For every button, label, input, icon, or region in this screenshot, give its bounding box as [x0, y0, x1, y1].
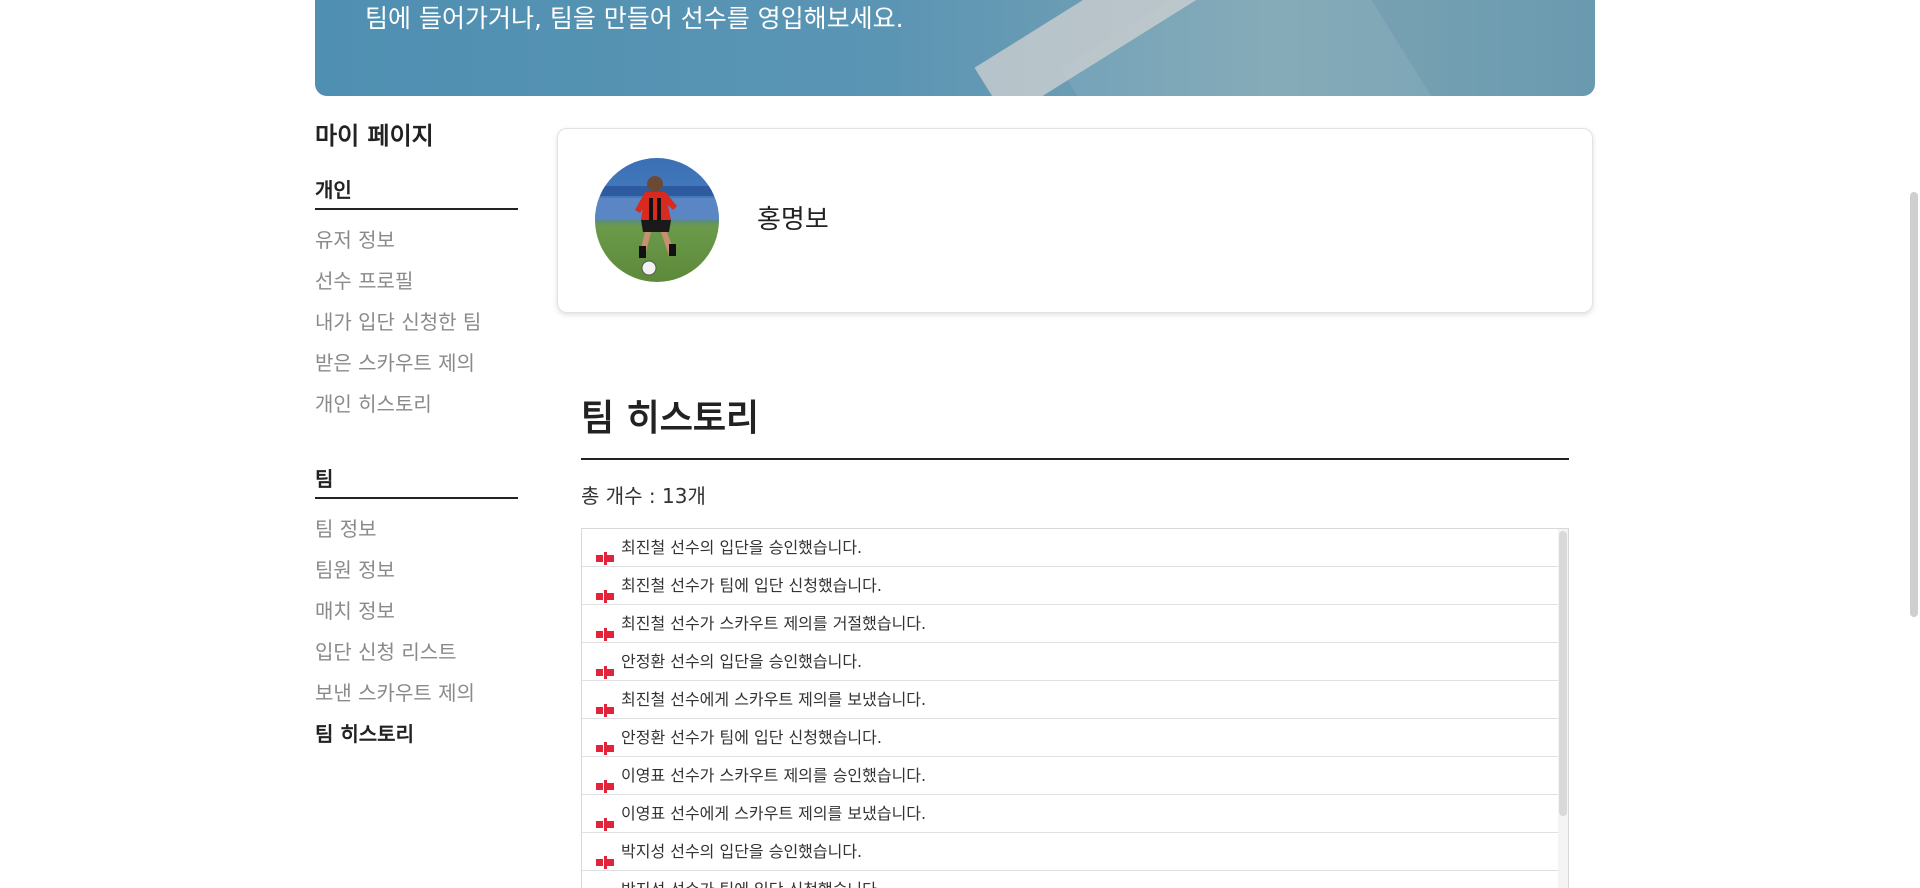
- list-item: 이영표 선수에게 스카우트 제의를 보냈습니다.: [582, 795, 1558, 833]
- sidebar-title: 마이 페이지: [315, 122, 434, 150]
- history-item-text: 최진철 선수가 팀에 입단 신청했습니다.: [621, 576, 882, 595]
- history-list[interactable]: 최진철 선수의 입단을 승인했습니다. 최진철 선수가 팀에 입단 신청했습니다…: [581, 528, 1569, 888]
- history-count: 총 개수 : 13개: [581, 484, 706, 508]
- sidebar-item-join-requests[interactable]: 입단 신청 리스트: [315, 632, 518, 673]
- sidebar-item-received-scout-offers[interactable]: 받은 스카우트 제의: [315, 343, 518, 384]
- hero-text: 팀에 들어가거나, 팀을 만들어 선수를 영입해보세요.: [365, 4, 904, 33]
- flag-icon: [596, 845, 614, 869]
- flag-icon: [596, 541, 614, 565]
- sidebar-item-sent-scout-offers[interactable]: 보낸 스카우트 제의: [315, 673, 518, 714]
- flag-icon: [596, 693, 614, 717]
- profile-name: 홍명보: [757, 205, 829, 235]
- history-scrollbar[interactable]: [1558, 529, 1568, 888]
- history-item-text: 이영표 선수가 스카우트 제의를 승인했습니다.: [621, 766, 927, 785]
- sidebar-item-user-info[interactable]: 유저 정보: [315, 220, 518, 261]
- history-item-text: 최진철 선수가 스카우트 제의를 거절했습니다.: [621, 614, 927, 633]
- sidebar-item-team-history[interactable]: 팀 히스토리: [315, 714, 518, 755]
- nav-group-personal: 개인 유저 정보 선수 프로필 내가 입단 신청한 팀 받은 스카우트 제의 개…: [315, 176, 518, 425]
- profile-card: 홍명보: [557, 128, 1593, 313]
- player-photo-icon: [595, 158, 719, 282]
- flag-icon: [596, 579, 614, 603]
- history-item-text: 최진철 선수의 입단을 승인했습니다.: [621, 538, 863, 557]
- page: 팀에 들어가거나, 팀을 만들어 선수를 영입해보세요. 마이 페이지 개인 유…: [0, 0, 1920, 888]
- list-item: 최진철 선수가 스카우트 제의를 거절했습니다.: [582, 605, 1558, 643]
- history-item-text: 박지성 선수가 팀에 입단 신청했습니다.: [621, 871, 882, 888]
- sidebar-item-member-info[interactable]: 팀원 정보: [315, 550, 518, 591]
- nav-group-team: 팀 팀 정보 팀원 정보 매치 정보 입단 신청 리스트 보낸 스카우트 제의 …: [315, 465, 518, 755]
- page-scrollbar-thumb[interactable]: [1910, 192, 1918, 617]
- flag-icon: [596, 807, 614, 831]
- list-item: 이영표 선수가 스카우트 제의를 승인했습니다.: [582, 757, 1558, 795]
- history-divider: [581, 458, 1569, 460]
- hero-banner: 팀에 들어가거나, 팀을 만들어 선수를 영입해보세요.: [315, 0, 1595, 96]
- list-item: 최진철 선수에게 스카우트 제의를 보냈습니다.: [582, 681, 1558, 719]
- flag-icon: [596, 617, 614, 641]
- sidebar: 마이 페이지 개인 유저 정보 선수 프로필 내가 입단 신청한 팀 받은 스카…: [315, 120, 518, 795]
- history-item-text: 이영표 선수에게 스카우트 제의를 보냈습니다.: [621, 804, 927, 823]
- sidebar-item-player-profile[interactable]: 선수 프로필: [315, 261, 518, 302]
- sidebar-item-team-info[interactable]: 팀 정보: [315, 509, 518, 550]
- history-item-text: 안정환 선수가 팀에 입단 신청했습니다.: [621, 728, 882, 747]
- flag-icon: [596, 769, 614, 793]
- flag-icon: [596, 883, 614, 888]
- history-scrollbar-thumb[interactable]: [1559, 531, 1567, 816]
- page-title: 팀 히스토리: [581, 398, 760, 439]
- list-item: 박지성 선수가 팀에 입단 신청했습니다.: [582, 871, 1558, 888]
- sidebar-item-match-info[interactable]: 매치 정보: [315, 591, 518, 632]
- section-heading-personal: 개인: [315, 176, 518, 210]
- list-item: 안정환 선수의 입단을 승인했습니다.: [582, 643, 1558, 681]
- list-item: 최진철 선수의 입단을 승인했습니다.: [582, 529, 1558, 567]
- flag-icon: [596, 731, 614, 755]
- avatar: [595, 158, 719, 282]
- list-item: 안정환 선수가 팀에 입단 신청했습니다.: [582, 719, 1558, 757]
- list-item: 박지성 선수의 입단을 승인했습니다.: [582, 833, 1558, 871]
- history-item-text: 박지성 선수의 입단을 승인했습니다.: [621, 842, 863, 861]
- history-item-text: 최진철 선수에게 스카우트 제의를 보냈습니다.: [621, 690, 927, 709]
- list-item: 최진철 선수가 팀에 입단 신청했습니다.: [582, 567, 1558, 605]
- sidebar-item-applied-teams[interactable]: 내가 입단 신청한 팀: [315, 302, 518, 343]
- sidebar-item-personal-history[interactable]: 개인 히스토리: [315, 384, 518, 425]
- history-item-text: 안정환 선수의 입단을 승인했습니다.: [621, 652, 863, 671]
- team-history-section: 팀 히스토리 총 개수 : 13개 최진철 선수의 입단을 승인했습니다. 최진…: [581, 396, 1569, 888]
- section-heading-team: 팀: [315, 465, 518, 499]
- flag-icon: [596, 655, 614, 679]
